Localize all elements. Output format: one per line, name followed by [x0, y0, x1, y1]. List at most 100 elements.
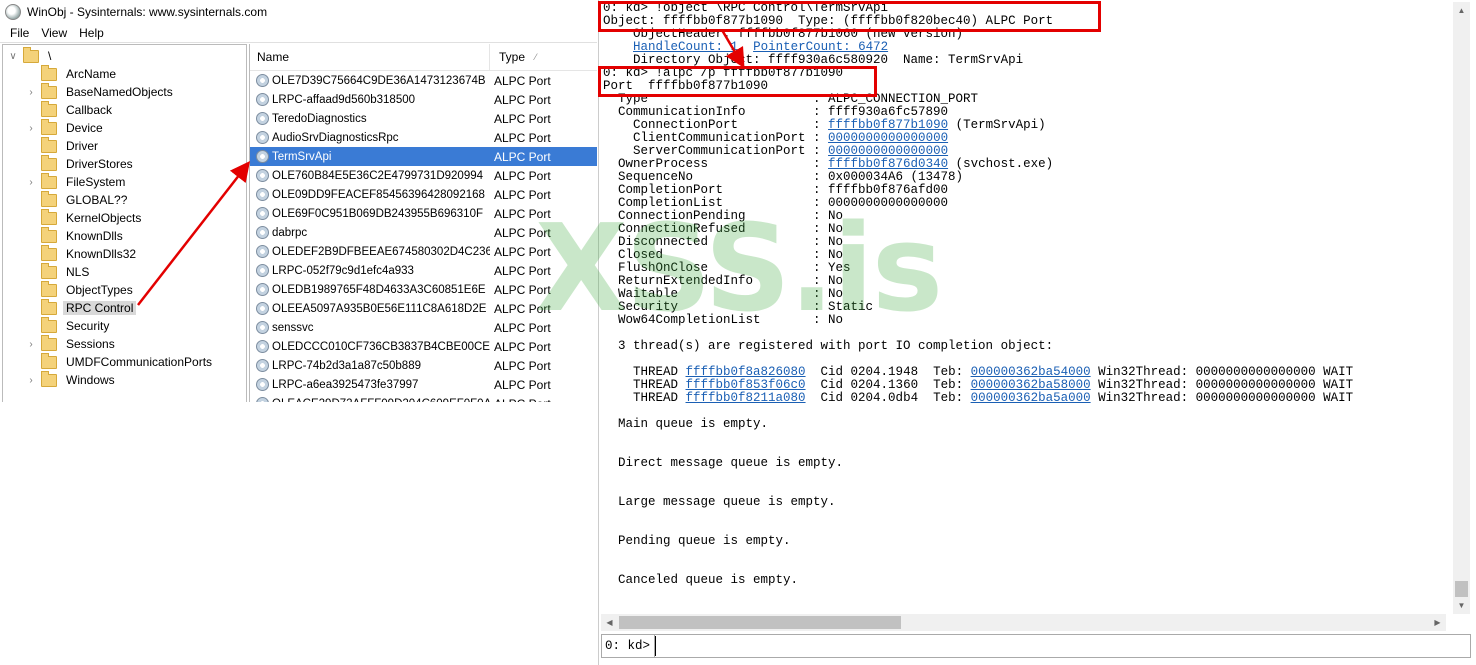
chevron-right-icon[interactable]: › [25, 375, 37, 386]
output-link[interactable]: 0000000000000000 [828, 131, 948, 145]
horizontal-scrollbar[interactable]: ◀ ▶ [601, 614, 1446, 631]
chevron-right-icon[interactable]: › [25, 87, 37, 98]
output-text: Wow64CompletionList : No [603, 313, 844, 327]
alpc-port-icon [256, 359, 269, 372]
tree-item[interactable]: UMDFCommunicationPorts [25, 352, 215, 371]
command-input[interactable] [655, 636, 1470, 656]
list-row[interactable]: OLE760B84E5E36C2E4799731D920994 ALPC Port [250, 166, 597, 185]
list-row[interactable]: TeredoDiagnostics ALPC Port [250, 109, 597, 128]
scroll-right-icon[interactable]: ▶ [1429, 614, 1446, 631]
list-row[interactable]: OLEDCCC010CF736CB3837B4CBE00CEE ALPC Port [250, 337, 597, 356]
chevron-right-icon[interactable]: › [25, 177, 37, 188]
tree-item-label: Driver [66, 139, 98, 153]
list-row[interactable]: dabrpc ALPC Port [250, 223, 597, 242]
alpc-port-icon [256, 131, 269, 144]
list-row[interactable]: LRPC-affaad9d560b318500 ALPC Port [250, 90, 597, 109]
tree-item[interactable]: Callback [25, 100, 115, 119]
output-link[interactable]: 000000362ba5a000 [971, 391, 1091, 405]
tree-item[interactable]: KernelObjects [25, 208, 144, 227]
menu-help[interactable]: Help [74, 24, 111, 42]
tree-item[interactable]: NLS [25, 262, 92, 281]
output-line: Main queue is empty. [603, 418, 1445, 431]
output-link[interactable]: HandleCount: 1 [633, 40, 738, 54]
list-row[interactable]: TermSrvApi ALPC Port [250, 147, 597, 166]
tree-item-label: DriverStores [66, 157, 133, 171]
highlight-box-object-command [598, 1, 1101, 32]
alpc-port-icon [256, 207, 269, 220]
output-text: Large message queue is empty. [603, 495, 836, 509]
tree-item[interactable]: DriverStores [25, 154, 136, 173]
vertical-scroll-thumb[interactable] [1455, 581, 1468, 597]
list-row[interactable]: OLE09DD9FEACEF85456396428092168 ALPC Port [250, 185, 597, 204]
tree-root[interactable]: ∨ \ [7, 46, 54, 65]
list-row[interactable]: OLE7D39C75664C9DE36A1473123674B ALPC Port [250, 71, 597, 90]
list-row[interactable]: LRPC-74b2d3a1a87c50b889 ALPC Port [250, 356, 597, 375]
list-cell-type: ALPC Port [494, 225, 551, 240]
tree-item[interactable]: › FileSystem [25, 172, 128, 191]
list-cell-name: TermSrvApi [272, 150, 332, 163]
output-line: 3 thread(s) are registered with port IO … [603, 340, 1445, 353]
list-row[interactable]: LRPC-a6ea3925473fe37997 ALPC Port [250, 375, 597, 394]
tree-item[interactable]: Security [25, 316, 112, 335]
scroll-down-icon[interactable]: ▼ [1453, 597, 1470, 614]
output-text: ConnectionPort : [603, 118, 829, 132]
output-text: OwnerProcess : [603, 157, 829, 171]
tree-item[interactable]: Driver [25, 136, 101, 155]
menu-view[interactable]: View [36, 24, 74, 42]
folder-icon [41, 82, 57, 99]
menu-file[interactable]: File [5, 24, 36, 42]
output-line: Direct message queue is empty. [603, 457, 1445, 470]
scroll-left-icon[interactable]: ◀ [601, 614, 618, 631]
output-text: SequenceNo : 0x000034A6 (13478) [603, 170, 964, 184]
list-row[interactable]: OLE69F0C951B069DB243955B696310F ALPC Port [250, 204, 597, 223]
tree-item[interactable]: › Windows [25, 370, 118, 389]
output-text: Cid 0204.1360 Teb: [805, 378, 971, 392]
folder-icon [41, 136, 57, 153]
output-link[interactable]: 0000000000000000 [828, 144, 948, 158]
output-link[interactable]: 000000362ba54000 [971, 365, 1091, 379]
horizontal-scroll-thumb[interactable] [619, 616, 901, 629]
tree-item-label: Windows [66, 373, 115, 387]
folder-icon [41, 172, 57, 189]
column-header-type[interactable]: Type ⁄ [490, 44, 537, 70]
output-link[interactable]: ffffbb0f8211a080 [686, 391, 806, 405]
output-text: ConnectionPending : No [603, 209, 844, 223]
output-link[interactable]: ffffbb0f853f06c0 [686, 378, 806, 392]
tree-item[interactable]: › BaseNamedObjects [25, 82, 176, 101]
folder-icon [41, 370, 57, 387]
list-row[interactable]: OLEDB1989765F48D4633A3C60851E6E ALPC Port [250, 280, 597, 299]
output-link[interactable]: ffffbb0f8a826080 [686, 365, 806, 379]
menu-bar: File View Help [0, 24, 597, 43]
tree-item[interactable]: ObjectTypes [25, 280, 136, 299]
list-row[interactable]: AudioSrvDiagnosticsRpc ALPC Port [250, 128, 597, 147]
tree-item[interactable]: RPC Control [25, 298, 137, 317]
output-link[interactable]: ffffbb0f876d0340 [828, 157, 948, 171]
tree-item[interactable]: › Sessions [25, 334, 118, 353]
list-row[interactable]: OLEACE29D72AFFF09D204C609EF0F0AALPC Port [250, 394, 597, 402]
list-row[interactable]: OLEEA5097A935B0E56E111C8A618D2E ALPC Port [250, 299, 597, 318]
tree-item[interactable]: GLOBAL?? [25, 190, 130, 209]
tree-item[interactable]: KnownDlls [25, 226, 126, 245]
folder-icon [41, 262, 57, 279]
list-row[interactable]: OLEDEF2B9DFBEEAE674580302D4C236 ALPC Port [250, 242, 597, 261]
output-text: THREAD [603, 391, 686, 405]
output-link[interactable]: 000000362ba58000 [971, 378, 1091, 392]
output-link[interactable]: ffffbb0f877b1090 [828, 118, 948, 132]
folder-icon [41, 316, 57, 333]
tree-item[interactable]: › Device [25, 118, 106, 137]
tree-item[interactable]: KnownDlls32 [25, 244, 139, 263]
output-link[interactable]: PointerCount: 6472 [753, 40, 888, 54]
chevron-right-icon[interactable]: › [25, 123, 37, 134]
chevron-down-icon[interactable]: ∨ [7, 51, 19, 62]
list-row[interactable]: senssvc ALPC Port [250, 318, 597, 337]
vertical-scrollbar[interactable]: ▲ ▼ [1453, 2, 1470, 614]
chevron-right-icon[interactable]: › [25, 339, 37, 350]
list-cell-name: OLE760B84E5E36C2E4799731D920994 [272, 169, 484, 182]
list-row[interactable]: LRPC-052f79c9d1efc4a933 ALPC Port [250, 261, 597, 280]
column-header-name[interactable]: Name [250, 44, 490, 70]
tree-item[interactable]: ArcName [25, 64, 119, 83]
scroll-up-icon[interactable]: ▲ [1453, 2, 1470, 19]
output-text: (TermSrvApi) [948, 118, 1046, 132]
tree-item-label: Device [66, 121, 103, 135]
